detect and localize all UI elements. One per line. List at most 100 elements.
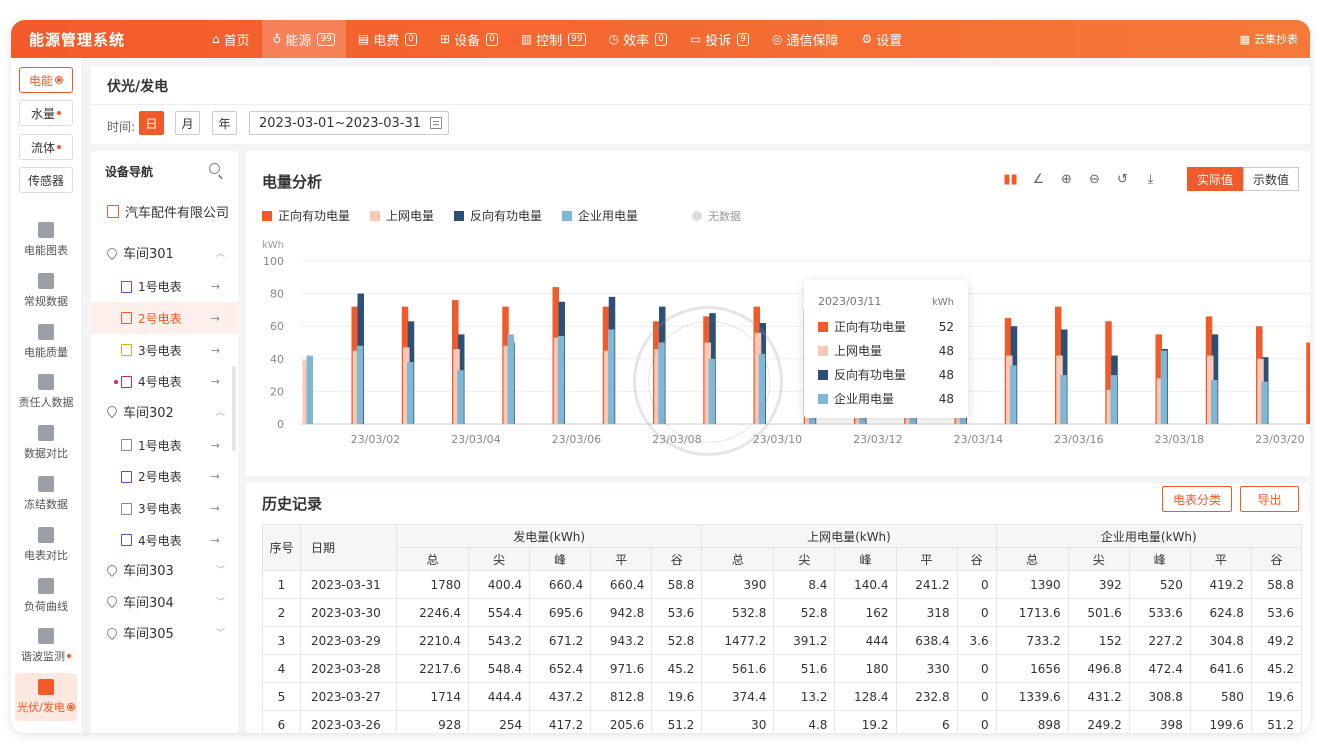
device-nav-scrollbar[interactable] bbox=[232, 366, 236, 451]
bar-3-6[interactable] bbox=[608, 329, 615, 424]
clock-icon: ◷ bbox=[608, 32, 620, 46]
col-sub: 尖 bbox=[468, 547, 531, 571]
nav-item-4[interactable]: ▥ 控制 99 bbox=[510, 20, 597, 58]
workshop-node-2[interactable]: 车间303 ﹀ bbox=[104, 560, 225, 579]
bar-3-1[interactable] bbox=[356, 345, 364, 424]
left-menu-item-9[interactable]: 光伏/发电 bbox=[15, 673, 77, 722]
left-menu-row: 谐波监测 bbox=[21, 648, 71, 664]
nav-item-6[interactable]: ▭ 投诉 9 bbox=[679, 20, 760, 58]
table-row[interactable]: 1 2023-03-31 1780 400.4 660.4 660.4 58.8 390 8.4… bbox=[262, 570, 1303, 599]
bar-3-16[interactable] bbox=[1110, 375, 1118, 424]
left-menu-item-6[interactable]: 电表对比 bbox=[15, 521, 77, 569]
search-icon[interactable] bbox=[209, 163, 220, 174]
table-cell: 660.4 bbox=[529, 570, 592, 599]
workshop-node-3[interactable]: 车间304 ﹀ bbox=[104, 592, 225, 611]
time-label: 时间: bbox=[107, 120, 136, 134]
col-sub: 平 bbox=[1189, 547, 1252, 571]
date-range-picker[interactable]: 2023-03-01~2023-03-31 bbox=[249, 111, 449, 135]
table-cell: 2246.4 bbox=[395, 598, 470, 627]
bar-3-18[interactable] bbox=[1211, 379, 1218, 424]
table-row[interactable]: 3 2023-03-29 2210.4 543.2 671.2 943.2 52.8 1477… bbox=[262, 626, 1303, 655]
bar-3-17[interactable] bbox=[1160, 350, 1168, 424]
table-cell: 942.8 bbox=[590, 598, 653, 627]
day-button[interactable]: 日 bbox=[139, 111, 164, 135]
left-menu-item-1[interactable]: 常规数据 bbox=[15, 267, 77, 315]
meter-item[interactable]: 3号电表 → bbox=[91, 493, 238, 525]
nav-label: 控制 bbox=[536, 33, 563, 49]
bar-3-19[interactable] bbox=[1261, 381, 1268, 424]
table-cell: 308.8 bbox=[1128, 682, 1191, 711]
left-menu-item-4[interactable]: 数据对比 bbox=[15, 419, 77, 467]
bar-3-14[interactable] bbox=[1010, 365, 1017, 424]
month-button[interactable]: 月 bbox=[175, 111, 200, 135]
nav-item-1[interactable]: ♁ 能源 99 bbox=[261, 20, 346, 58]
table-cell: 671.2 bbox=[529, 626, 592, 655]
nav-item-5[interactable]: ◷ 效率 0 bbox=[598, 20, 678, 58]
left-tag-0[interactable]: 电能 bbox=[19, 67, 73, 93]
top-right-link[interactable]: ▦ 云集抄表 bbox=[1240, 31, 1310, 47]
table-cell: 0 bbox=[956, 682, 997, 711]
tooltip-swatch bbox=[818, 369, 828, 380]
bar-3-5[interactable] bbox=[557, 335, 565, 424]
meter-item[interactable]: 2号电表 → bbox=[91, 302, 238, 335]
table-row[interactable]: 6 2023-03-26 928 254 417.2 205.6 51.2 30 4.8 19.2… bbox=[262, 710, 1303, 733]
workshop-name: 车间303 bbox=[123, 564, 174, 579]
workshop-node-1[interactable]: 车间302 ︿ bbox=[104, 402, 225, 421]
meter-icon bbox=[121, 375, 132, 388]
meter-category-button[interactable]: 电表分类 bbox=[1162, 486, 1232, 512]
meter-item[interactable]: 4号电表 → bbox=[91, 524, 238, 556]
nav-item-3[interactable]: ⊞ 设备 0 bbox=[429, 20, 509, 58]
table-row[interactable]: 2 2023-03-30 2246.4 554.4 695.6 942.8 53.6 532.… bbox=[262, 598, 1303, 627]
left-menu-item-7[interactable]: 负荷曲线 bbox=[15, 572, 77, 620]
workshop-node-0[interactable]: 车间301 ︿ bbox=[104, 243, 225, 262]
table-row[interactable]: 5 2023-03-27 1714 444.4 437.2 812.8 19.6 374.4 1… bbox=[262, 682, 1303, 711]
left-tag-2[interactable]: 流体 bbox=[19, 134, 73, 160]
y-tick-label: 60 bbox=[270, 320, 284, 333]
left-menu-label: 光伏/发电 bbox=[17, 701, 65, 715]
control-icon: ▥ bbox=[520, 32, 533, 46]
solar-icon bbox=[38, 679, 54, 696]
meter-name: 3号电表 bbox=[138, 343, 182, 358]
left-tag-1[interactable]: 水量 bbox=[19, 100, 73, 126]
company-node[interactable]: 汽车配件有限公司 bbox=[107, 202, 229, 221]
nav-item-7[interactable]: ◎ 通信保障 bbox=[761, 20, 850, 58]
bar-3-0[interactable] bbox=[306, 355, 314, 424]
meter-item[interactable]: 4号电表 → bbox=[91, 366, 238, 398]
left-menu-item-8[interactable]: 谐波监测 bbox=[15, 622, 77, 670]
calendar-icon bbox=[430, 117, 442, 129]
y-tick-label: 100 bbox=[263, 255, 284, 268]
table-cell: 638.4 bbox=[895, 626, 958, 655]
left-menu-item-5[interactable]: 冻结数据 bbox=[15, 470, 77, 518]
workshop-node-4[interactable]: 车间305 ﹀ bbox=[104, 623, 225, 642]
col-sub: 总 bbox=[701, 547, 775, 571]
x-tick-label: 23/03/18 bbox=[1155, 433, 1204, 446]
table-row[interactable]: 4 2023-03-28 2217.6 548.4 652.4 971.6 45.2 561.… bbox=[262, 654, 1303, 683]
meter-item[interactable]: 1号电表 → bbox=[91, 271, 238, 303]
bar-3-4[interactable] bbox=[507, 334, 515, 424]
bar-0-19[interactable] bbox=[1306, 342, 1310, 425]
left-menu-label: 电能图表 bbox=[24, 244, 68, 257]
left-tag-3[interactable]: 传感器 bbox=[19, 167, 73, 193]
export-button[interactable]: 导出 bbox=[1240, 486, 1299, 512]
meter-item[interactable]: 2号电表 → bbox=[91, 461, 238, 493]
nav-item-8[interactable]: ⚙ 设置 bbox=[850, 20, 913, 58]
tooltip-unit: kWh bbox=[931, 297, 954, 308]
active-indicator bbox=[55, 76, 63, 84]
meter-item[interactable]: 3号电表 → bbox=[91, 334, 238, 366]
bar-3-15[interactable] bbox=[1060, 375, 1067, 424]
meter-icon bbox=[121, 470, 132, 483]
left-menu-label: 电能质量 bbox=[24, 345, 68, 359]
table-cell: 898 bbox=[995, 710, 1069, 733]
nav-item-0[interactable]: ⌂ 首页 bbox=[201, 20, 261, 58]
bar-3-2[interactable] bbox=[407, 362, 414, 424]
bar-3-3[interactable] bbox=[457, 370, 464, 424]
col-date: 日期 bbox=[300, 524, 397, 571]
year-button[interactable]: 年 bbox=[212, 111, 237, 135]
nav-item-2[interactable]: ▤ 电费 0 bbox=[347, 20, 428, 58]
left-menu-item-0[interactable]: 电能图表 bbox=[15, 216, 77, 264]
bar-chart: kWh 0 20 40 60 80 100 23/03/02 23/03/04 23/03/06 2… bbox=[262, 240, 1310, 446]
left-menu-item-2[interactable]: 电能质量 bbox=[15, 318, 77, 366]
left-menu-item-3[interactable]: 责任人数据 bbox=[15, 368, 77, 416]
tooltip-swatch bbox=[818, 321, 828, 332]
meter-item[interactable]: 1号电表 → bbox=[91, 429, 238, 461]
